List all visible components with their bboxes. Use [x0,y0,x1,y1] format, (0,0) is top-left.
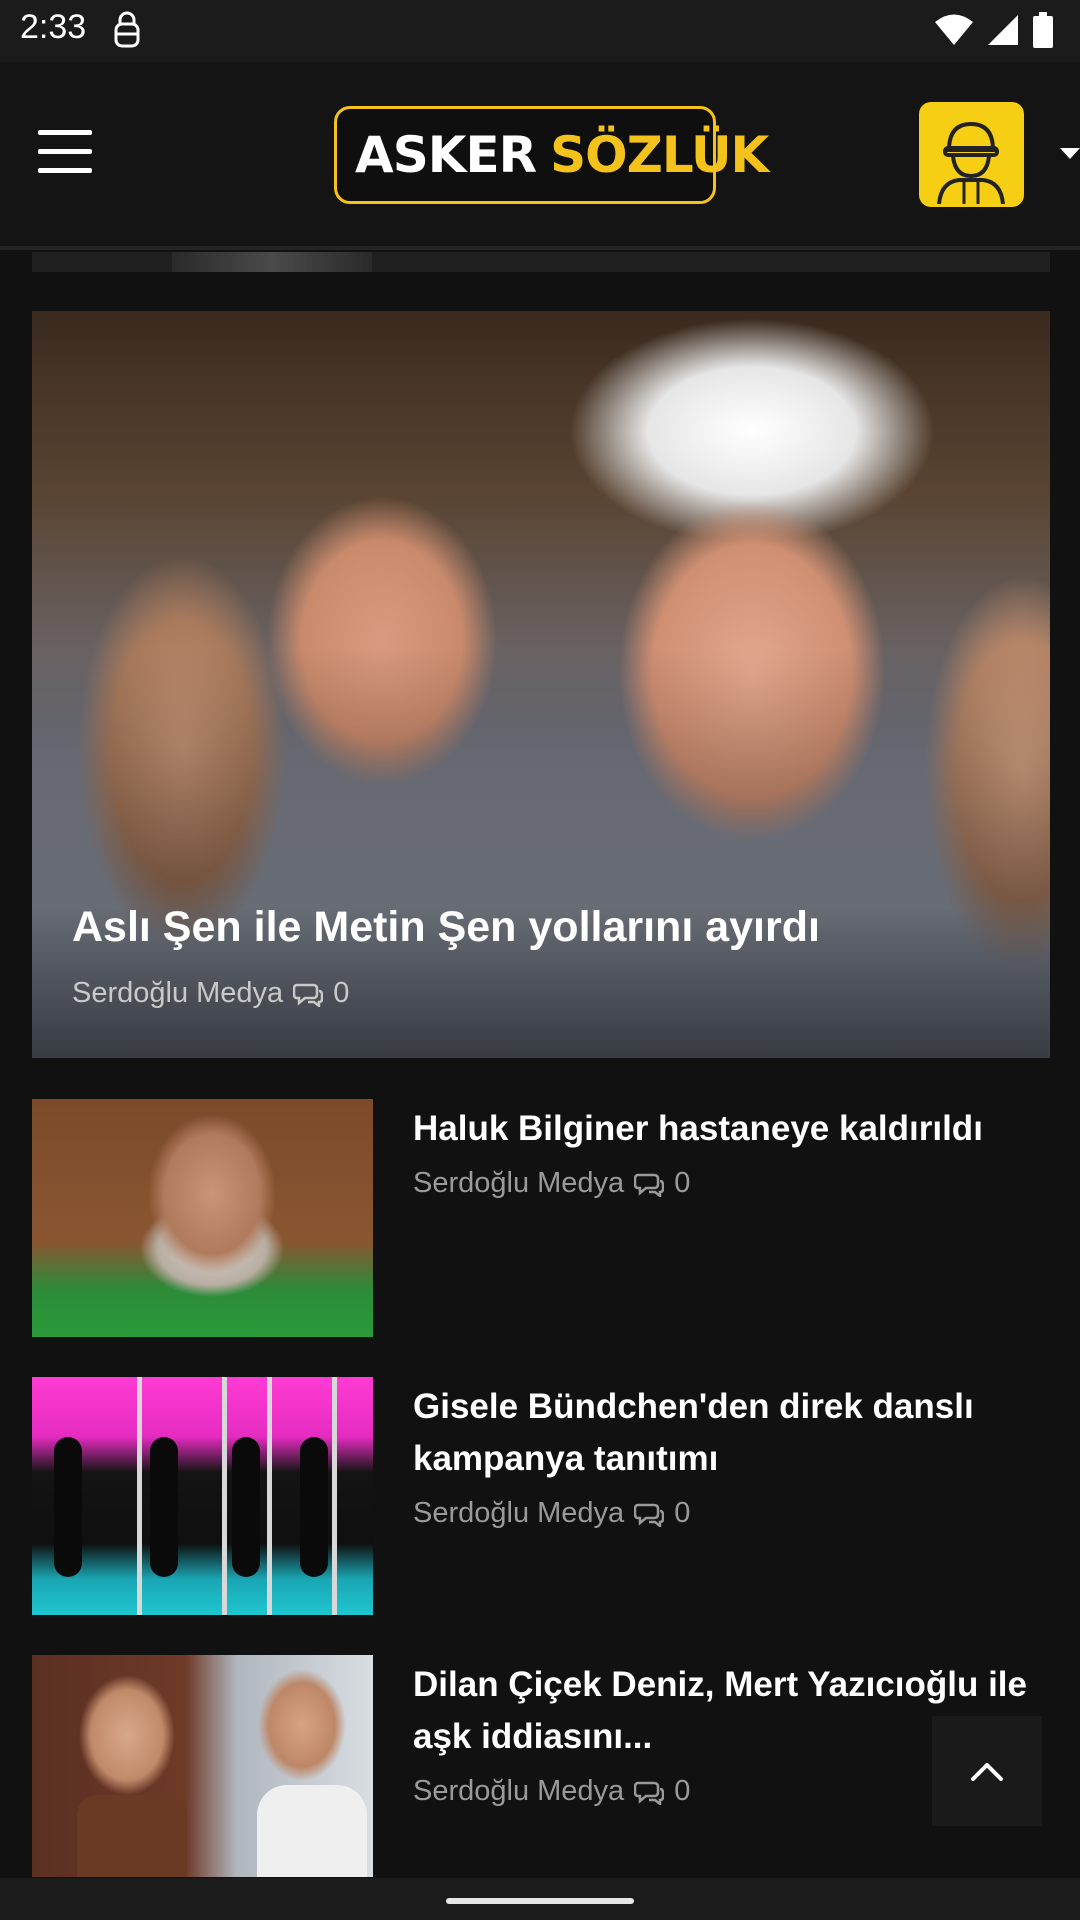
status-time: 2:33 [20,8,87,46]
menu-icon-bar [38,149,92,154]
image-fragment [172,252,372,272]
caret-down-icon[interactable] [1060,148,1080,159]
author-name[interactable]: Serdoğlu Medya [413,1167,624,1200]
article-title[interactable]: Gisele Bündchen'den direk danslı kampany… [413,1381,1043,1485]
menu-button[interactable] [38,130,92,174]
status-bar: 2:33 [0,0,1080,62]
author-name[interactable]: Serdoğlu Medya [413,1497,624,1530]
site-header: ASKER SÖZLÜK [0,62,1080,250]
list-item[interactable]: Haluk Bilginer hastaneye kaldırıldı Serd… [32,1099,1050,1337]
privacy-icon [114,11,140,48]
site-logo[interactable]: ASKER SÖZLÜK [334,106,769,204]
menu-icon [38,130,92,135]
system-navigation-bar [0,1878,1080,1920]
user-menu-button[interactable] [919,102,1024,207]
article-thumbnail[interactable] [32,1655,373,1877]
home-gesture-handle[interactable] [446,1898,634,1904]
signal-icon [988,15,1018,45]
comment-icon [293,983,324,1007]
logo-text-secondary: SÖZLÜK [550,126,769,184]
article-meta: Serdoğlu Medya 0 [413,1497,690,1530]
comment-count: 0 [333,977,350,1009]
image-detail [267,1377,272,1615]
image-detail [257,1785,367,1877]
list-item[interactable]: Dilan Çiçek Deniz, Mert Yazıcıoğlu ile a… [32,1655,1050,1877]
image-detail [300,1437,328,1577]
comment-count: 0 [674,1775,691,1807]
article-meta: Serdoğlu Medya 0 [413,1775,690,1808]
logo-text-primary: ASKER [355,126,537,184]
author-name[interactable]: Serdoğlu Medya [72,977,283,1010]
image-detail [150,1437,178,1577]
user-avatar-icon [937,121,1005,205]
article-thumbnail[interactable] [32,1099,373,1337]
menu-icon-bar [38,168,92,173]
comment-icon [634,1173,665,1197]
image-detail [332,1377,337,1615]
comment-icon [634,1781,665,1805]
article-meta: Serdoğlu Medya 0 [413,1167,690,1200]
article-thumbnail[interactable] [32,1377,373,1615]
image-detail [54,1437,82,1577]
wifi-icon [935,14,973,45]
featured-title[interactable]: Aslı Şen ile Metin Şen yollarını ayırdı [72,903,1012,952]
image-detail [137,1377,142,1615]
comment-count: 0 [674,1167,691,1199]
scroll-to-top-button[interactable] [932,1716,1042,1826]
comment-count: 0 [674,1497,691,1529]
list-item[interactable]: Gisele Bündchen'den direk danslı kampany… [32,1377,1050,1615]
image-detail [232,1437,260,1577]
featured-meta: Serdoğlu Medya 0 [72,977,349,1010]
author-name[interactable]: Serdoğlu Medya [413,1775,624,1808]
featured-article[interactable]: Aslı Şen ile Metin Şen yollarını ayırdı … [32,311,1050,1058]
chevron-up-icon [971,1763,1003,1781]
battery-icon [1033,12,1053,48]
previous-article-image[interactable] [32,252,1050,272]
image-detail [77,1795,187,1877]
article-title[interactable]: Haluk Bilginer hastaneye kaldırıldı [413,1103,1043,1155]
image-detail [222,1377,227,1615]
comment-icon [634,1503,665,1527]
